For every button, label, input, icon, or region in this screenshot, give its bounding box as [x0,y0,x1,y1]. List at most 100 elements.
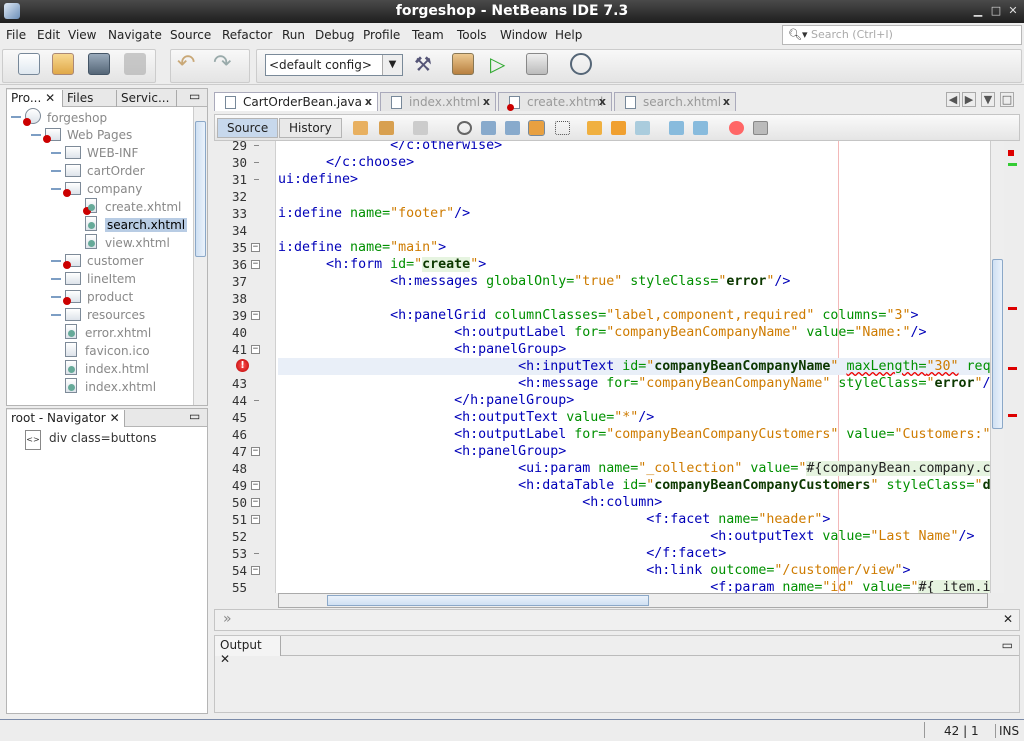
menu-source[interactable]: Source [170,28,211,42]
forward-icon[interactable] [413,121,428,135]
debug-icon[interactable] [526,53,548,75]
tab-projects[interactable]: Pro... ✕ [7,90,63,107]
menu-file[interactable]: File [6,28,26,42]
error-icon[interactable]: ! [236,359,249,372]
fold-toggle-icon[interactable]: − [251,260,260,269]
error-stripe-marker[interactable] [1008,307,1017,310]
close-icon[interactable]: ✕ [110,411,120,425]
minimize-icon[interactable]: ▁ [972,5,984,17]
menu-edit[interactable]: Edit [37,28,60,42]
fold-toggle-icon[interactable]: − [251,515,260,524]
menu-navigate[interactable]: Navigate [108,28,162,42]
error-stripe-marker[interactable] [1008,150,1014,156]
tab-files[interactable]: Files [63,90,117,107]
fold-toggle-icon[interactable]: − [251,345,260,354]
back-icon[interactable] [379,121,394,135]
menu-debug[interactable]: Debug [315,28,354,42]
find-icon[interactable] [457,121,472,135]
fold-toggle-icon[interactable]: − [251,243,260,252]
menu-window[interactable]: Window [500,28,547,42]
editor-tab[interactable]: create.xhtml x [498,92,612,111]
expand-toggle-icon[interactable] [51,188,61,190]
tree-item[interactable]: customer [51,252,144,270]
close-window-icon[interactable]: ✕ [1007,5,1019,17]
editor-tab[interactable]: CartOrderBean.java x [214,92,378,111]
editor-horizontal-scrollbar[interactable] [278,593,988,608]
error-stripe-marker[interactable] [1008,367,1017,370]
tree-item[interactable]: view.xhtml [85,234,170,252]
scroll-left-icon[interactable]: ◀ [946,92,960,107]
tab-navigator[interactable]: root - Navigator ✕ [7,410,125,427]
close-tab-icon[interactable]: x [483,93,490,111]
tree-item[interactable]: index.xhtml [65,378,156,396]
config-select[interactable]: <default config> ▼ [265,54,403,76]
save-all-icon[interactable] [124,53,146,75]
code-editor[interactable]: 29 </c:otherwise> 30 </c:choose> 31 ui:defi… [214,141,990,593]
stop-macro-icon[interactable] [753,121,768,135]
new-file-icon[interactable] [18,53,40,75]
show-opened-documents-icon[interactable]: ▼ [981,92,995,107]
previous-bookmark-icon[interactable] [587,121,602,135]
expand-toggle-icon[interactable] [51,152,61,154]
next-bookmark-icon[interactable] [611,121,626,135]
tab-services[interactable]: Servic... [117,90,177,107]
run-icon[interactable]: ▷ [490,53,512,75]
close-icon[interactable]: ✕ [1003,612,1013,626]
close-tab-icon[interactable]: x [365,93,372,111]
profile-icon[interactable] [570,53,592,75]
maximize-icon[interactable]: □ [990,5,1002,17]
tab-output[interactable]: Output ✕ [215,636,281,666]
expand-toggle-icon[interactable] [51,314,61,316]
menu-view[interactable]: View [68,28,96,42]
minimize-panel-icon[interactable]: ▭ [1002,638,1013,652]
expand-toggle-icon[interactable] [31,134,41,136]
expand-toggle-icon[interactable] [51,260,61,262]
tree-item[interactable]: company [51,180,142,198]
new-project-icon[interactable] [52,53,74,75]
source-button[interactable]: Source [217,118,279,138]
search-input[interactable]: 🔍︎▾ Search (Ctrl+I) [782,25,1022,45]
find-previous-icon[interactable] [481,121,496,135]
build-icon[interactable]: ⚒ [414,53,436,75]
menu-profile[interactable]: Profile [363,28,400,42]
chevron-down-icon[interactable]: ▼ [382,55,402,75]
expand-toggle-icon[interactable] [11,116,21,118]
fold-toggle-icon[interactable]: − [251,311,260,320]
fold-toggle-icon[interactable]: − [251,447,260,456]
editor-vertical-scrollbar[interactable] [990,141,1004,593]
menu-run[interactable]: Run [282,28,305,42]
expand-toggle-icon[interactable] [51,296,61,298]
undo-icon[interactable]: ↶ [177,53,199,75]
breadcrumb-chevron-icon[interactable]: » [223,611,232,627]
close-icon[interactable]: ✕ [45,91,55,105]
open-project-icon[interactable] [88,53,110,75]
tree-item[interactable]: forgeshop [11,108,107,126]
fold-toggle-icon[interactable]: − [251,566,260,575]
menu-team[interactable]: Team [412,28,444,42]
shift-right-icon[interactable] [693,121,708,135]
scroll-right-icon[interactable]: ▶ [962,92,976,107]
shift-left-icon[interactable] [669,121,684,135]
tree-item[interactable]: cartOrder [51,162,145,180]
menu-tools[interactable]: Tools [457,28,487,42]
tree-item[interactable]: resources [51,306,145,324]
expand-toggle-icon[interactable] [51,170,61,172]
minimize-panel-icon[interactable]: ▭ [189,409,200,423]
toggle-bookmark-icon[interactable] [635,121,650,135]
clean-build-icon[interactable] [452,53,474,75]
menu-help[interactable]: Help [555,28,582,42]
minimize-panel-icon[interactable]: ▭ [189,89,200,103]
close-tab-icon[interactable]: x [599,93,606,111]
find-next-icon[interactable] [505,121,520,135]
close-tab-icon[interactable]: x [723,93,730,111]
tree-scrollbar[interactable] [193,107,207,405]
last-edit-icon[interactable] [353,121,368,135]
editor-tab[interactable]: index.xhtml x [380,92,496,111]
editor-tab[interactable]: search.xhtml x [614,92,736,111]
toggle-highlight-icon[interactable] [528,120,545,136]
fold-toggle-icon[interactable]: − [251,498,260,507]
change-stripe-marker[interactable] [1008,163,1017,166]
tree-item[interactable]: WEB-INF [51,144,138,162]
menu-refactor[interactable]: Refactor [222,28,272,42]
error-stripe-marker[interactable] [1008,414,1017,417]
